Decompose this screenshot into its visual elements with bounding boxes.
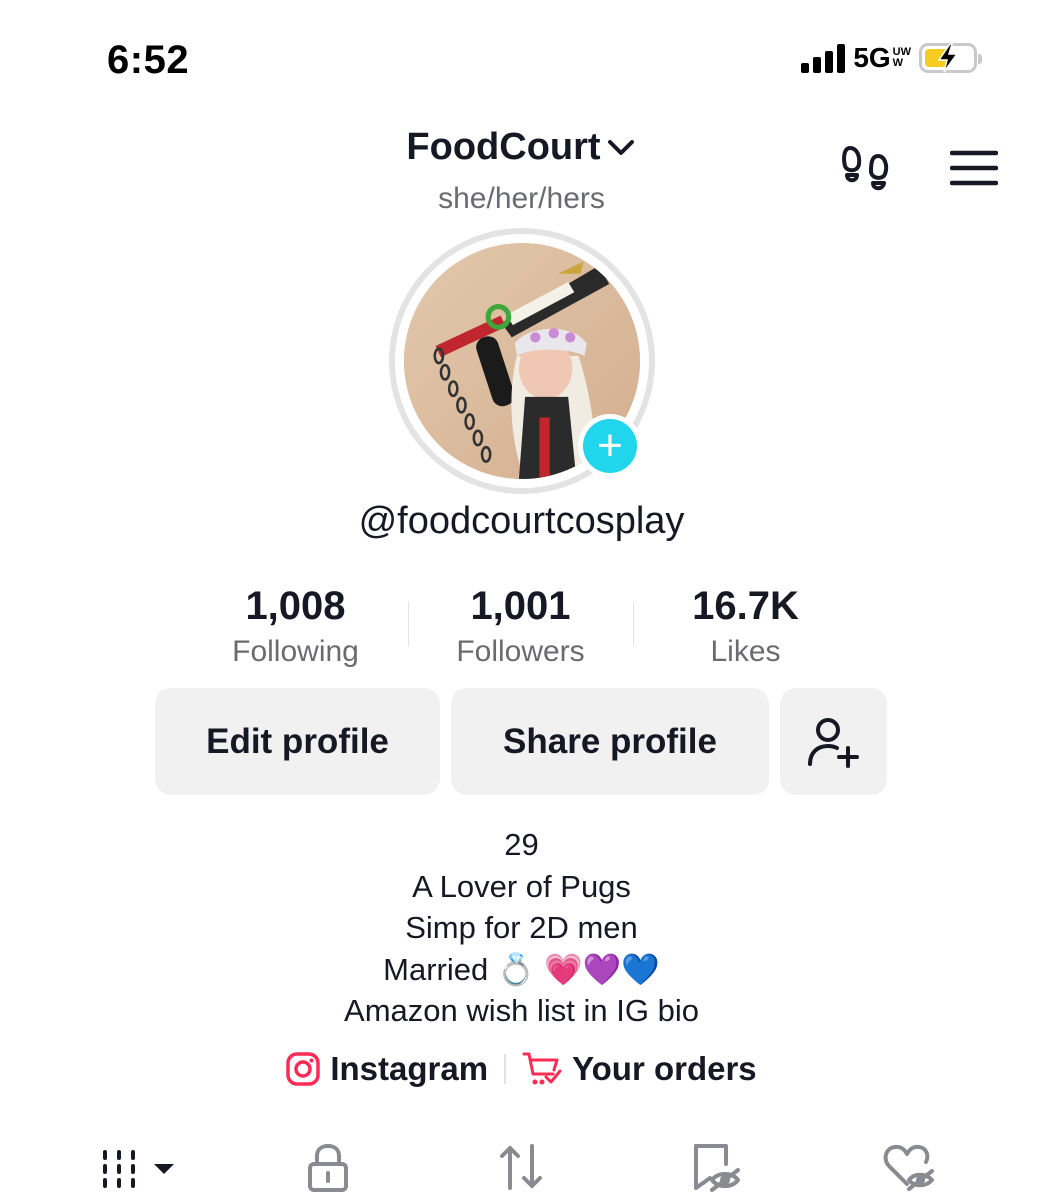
lock-icon xyxy=(308,1143,348,1192)
add-friends-button[interactable] xyxy=(780,688,887,795)
network-sub-bottom: W xyxy=(892,57,904,69)
orders-label: Your orders xyxy=(572,1050,757,1087)
link-divider xyxy=(504,1054,507,1084)
tab-liked[interactable] xyxy=(883,1142,937,1197)
stat-value: 16.7K xyxy=(692,584,799,628)
bio-line: Amazon wish list in IG bio xyxy=(344,993,699,1028)
stat-followers[interactable]: 1,001 Followers xyxy=(408,584,633,669)
grid-icon xyxy=(103,1150,174,1188)
hamburger-menu-icon xyxy=(949,150,999,186)
stat-label: Followers xyxy=(456,635,585,668)
bio-line: Simp for 2D men xyxy=(405,910,638,945)
profile-username: FoodCourt xyxy=(406,126,601,168)
stat-likes[interactable]: 16.7K Likes xyxy=(633,584,858,669)
add-person-icon xyxy=(807,717,859,768)
tab-private[interactable] xyxy=(306,1142,350,1197)
heart-hidden-icon xyxy=(883,1144,934,1191)
stat-following[interactable]: 1,008 Following xyxy=(183,584,408,669)
stat-divider xyxy=(408,602,409,646)
network-indicator: 5G UW W xyxy=(853,42,911,74)
share-profile-button[interactable]: Share profile xyxy=(451,688,769,795)
tab-videos[interactable] xyxy=(100,1142,180,1195)
instagram-link[interactable]: Instagram xyxy=(286,1050,488,1088)
chevron-down-icon xyxy=(607,139,634,155)
bio-line: 29 xyxy=(504,827,539,862)
bookmark-hidden-icon xyxy=(694,1144,740,1192)
status-time: 6:52 xyxy=(107,38,190,82)
network-label: 5G xyxy=(853,42,891,73)
plus-icon: + xyxy=(583,419,637,473)
stat-value: 1,008 xyxy=(245,584,346,628)
battery-icon xyxy=(919,43,982,73)
signal-icon xyxy=(801,43,846,73)
bio-line: A Lover of Pugs xyxy=(412,868,631,904)
profile-links: Instagram Your orders xyxy=(0,1050,1043,1088)
profile-bio: 29 A Lover of Pugs Simp for 2D men Marri… xyxy=(0,824,1043,1032)
stat-label: Following xyxy=(232,635,359,668)
orders-link[interactable]: Your orders xyxy=(522,1050,757,1088)
profile-stats: 1,008 Following 1,001 Followers 16.7K Li… xyxy=(183,584,860,669)
status-indicators: 5G UW W xyxy=(801,42,982,74)
profile-handle: @foodcourtcosplay xyxy=(358,500,685,542)
instagram-icon xyxy=(286,1052,321,1086)
footprints-icon xyxy=(842,145,889,191)
profile-tabs xyxy=(0,1142,1043,1200)
profile-views-button[interactable] xyxy=(840,142,894,199)
stat-label: Likes xyxy=(710,635,781,668)
stat-divider xyxy=(633,602,634,646)
add-story-button[interactable]: + xyxy=(578,414,642,478)
tab-favorites[interactable] xyxy=(690,1142,742,1199)
stat-value: 1,001 xyxy=(470,584,571,628)
bio-line: Married 💍 💗💜💙 xyxy=(383,951,660,987)
repost-icon xyxy=(500,1144,542,1190)
instagram-label: Instagram xyxy=(330,1050,489,1087)
charging-bolt-icon xyxy=(937,43,959,73)
tab-reposts[interactable] xyxy=(496,1142,546,1197)
cart-icon xyxy=(522,1052,562,1085)
menu-button[interactable] xyxy=(949,150,999,191)
edit-profile-button[interactable]: Edit profile xyxy=(155,688,440,795)
